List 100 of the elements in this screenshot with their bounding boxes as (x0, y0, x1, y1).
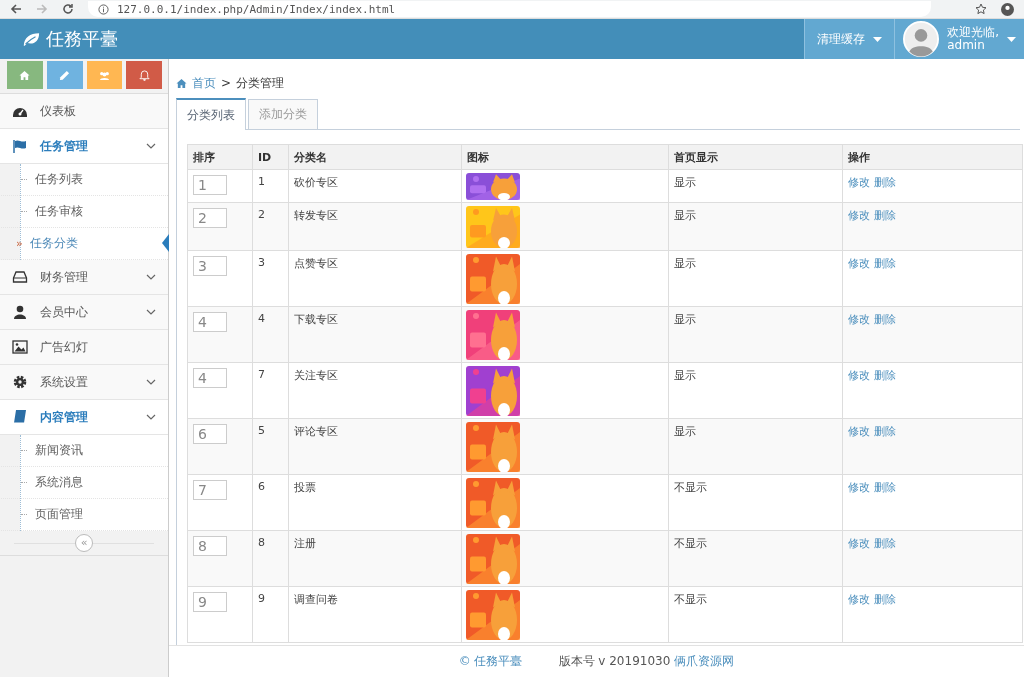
collapse-button[interactable]: « (75, 534, 93, 552)
action-link[interactable]: 修改 (848, 593, 870, 606)
action-link[interactable]: 修改 (848, 537, 870, 550)
menu-item[interactable]: 内容管理 (0, 400, 168, 435)
chevron-down-icon (146, 379, 156, 385)
action-link[interactable]: 删除 (874, 257, 896, 270)
breadcrumb-separator: > (221, 76, 232, 90)
action-link[interactable]: 修改 (848, 257, 870, 270)
sort-order-field[interactable]: 9 (193, 592, 227, 612)
action-link[interactable]: 修改 (848, 313, 870, 326)
sort-order-field[interactable]: 1 (193, 175, 227, 195)
sort-order-field[interactable]: 7 (193, 480, 227, 500)
image-icon (12, 339, 28, 355)
table-cell: 评论专区 (288, 418, 462, 475)
submenu-item[interactable]: 系统消息 (1, 467, 168, 499)
tab[interactable]: 添加分类 (248, 99, 318, 129)
address-bar[interactable]: 127.0.0.1/index.php/Admin/Index/index.html (88, 1, 931, 17)
brand-title: 任務平臺 (46, 27, 118, 51)
table-cell: 关注专区 (288, 362, 462, 419)
tab[interactable]: 分类列表 (176, 98, 246, 130)
column-header: 首页显示 (668, 144, 843, 170)
table-cell: 转发专区 (288, 202, 462, 251)
sort-order-field[interactable]: 6 (193, 424, 227, 444)
action-link[interactable]: 修改 (848, 369, 870, 382)
action-link[interactable]: 修改 (848, 176, 870, 189)
shortcut-button[interactable] (7, 61, 43, 89)
breadcrumb-link[interactable]: 首页 (192, 74, 216, 92)
menu-item[interactable]: 任务管理 (0, 129, 168, 164)
table-cell: 4 (252, 306, 289, 363)
action-link[interactable]: 删除 (874, 425, 896, 438)
menu-item[interactable]: 会员中心 (0, 295, 168, 330)
shortcut-button[interactable] (86, 61, 123, 89)
users-icon (98, 69, 110, 81)
sort-order-field[interactable]: 8 (193, 536, 227, 556)
clear-cache-button[interactable]: 清理缓存 (804, 19, 895, 59)
table-cell: 显示 (668, 202, 843, 251)
action-link[interactable]: 修改 (848, 481, 870, 494)
settings-icon (12, 374, 28, 390)
table-cell: 显示 (668, 362, 843, 419)
home-icon (176, 77, 187, 89)
credit-link[interactable]: 俩爪资源网 (674, 653, 735, 670)
menu-item[interactable]: 财务管理 (0, 260, 168, 295)
shortcut-button[interactable] (126, 61, 162, 89)
star-icon[interactable] (975, 3, 987, 15)
book-icon (12, 409, 28, 425)
menu-item[interactable]: 系统设置 (0, 365, 168, 400)
action-link[interactable]: 删除 (874, 481, 896, 494)
action-link[interactable]: 删除 (874, 209, 896, 222)
table-cell: 调查问卷 (288, 586, 462, 643)
column-header: ID (252, 144, 289, 170)
menu-item[interactable]: 广告幻灯 (0, 330, 168, 365)
action-link[interactable]: 修改 (848, 425, 870, 438)
home-icon (19, 69, 31, 81)
reload-icon[interactable] (62, 3, 74, 15)
pencil-icon (59, 69, 71, 81)
info-icon (98, 3, 109, 15)
sort-order-field[interactable]: 2 (193, 208, 227, 228)
table-cell: 显示 (668, 250, 843, 307)
action-link[interactable]: 删除 (874, 369, 896, 382)
table-cell: 5 (252, 418, 289, 475)
action-link[interactable]: 删除 (874, 593, 896, 606)
menu-item[interactable]: 仪表板 (0, 94, 168, 129)
table-cell: 投票 (288, 474, 462, 531)
shortcut-button[interactable] (46, 61, 83, 89)
chevron-down-icon (146, 309, 156, 315)
table-cell: 不显示 (668, 586, 843, 643)
column-header: 图标 (461, 144, 669, 170)
submenu-item[interactable]: 任务审核 (1, 196, 168, 228)
table-cell: 砍价专区 (288, 169, 462, 203)
copyright-text: © 任務平臺 (458, 653, 523, 670)
submenu-item[interactable]: 新闻资讯 (1, 435, 168, 467)
action-link[interactable]: 修改 (848, 209, 870, 222)
chevron-down-icon (146, 274, 156, 280)
column-header: 操作 (842, 144, 1023, 170)
action-link[interactable]: 删除 (874, 537, 896, 550)
caret-icon (1007, 36, 1016, 42)
user-menu[interactable]: 欢迎光临, admin (894, 19, 1024, 59)
submenu-item[interactable]: 任务列表 (1, 164, 168, 196)
table-cell: 不显示 (668, 474, 843, 531)
caret-icon (873, 36, 883, 42)
sort-order-field[interactable]: 4 (193, 368, 227, 388)
action-link[interactable]: 删除 (874, 176, 896, 189)
flag-icon (12, 138, 28, 154)
leaf-icon (22, 31, 40, 47)
back-icon[interactable] (10, 3, 22, 15)
sort-order-field[interactable]: 3 (193, 256, 227, 276)
version-text: 版本号 v 20191030 (558, 653, 671, 670)
chevron-down-icon (146, 414, 156, 420)
table-cell: 下载专区 (288, 306, 462, 363)
table-cell: 3 (252, 250, 289, 307)
bell-icon (138, 69, 150, 81)
sort-order-field[interactable]: 4 (193, 312, 227, 332)
table-cell: 6 (252, 474, 289, 531)
column-header: 分类名 (288, 144, 462, 170)
chevron-down-icon (146, 143, 156, 149)
forward-icon[interactable] (36, 3, 48, 15)
double-chevron-icon: » (16, 237, 22, 250)
brand-logo[interactable]: 任務平臺 (0, 19, 118, 59)
action-link[interactable]: 删除 (874, 313, 896, 326)
profile-icon[interactable] (1001, 2, 1014, 16)
